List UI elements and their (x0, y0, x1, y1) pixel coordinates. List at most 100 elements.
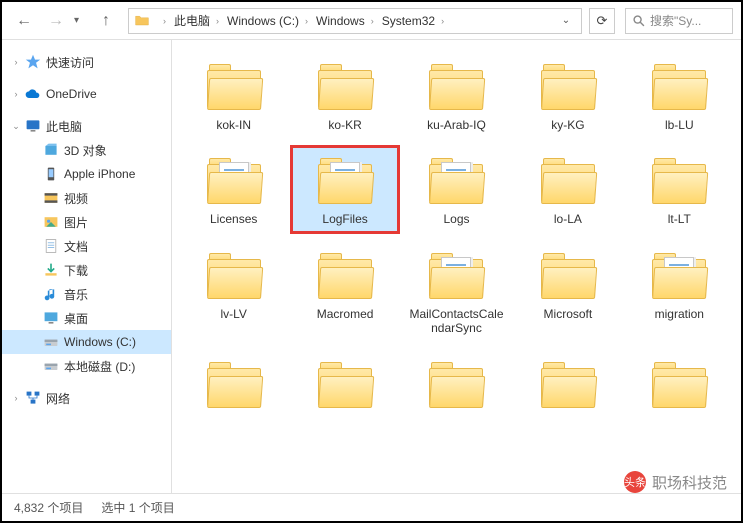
search-icon (632, 14, 646, 28)
tree-child-8[interactable]: Windows (C:) (2, 330, 171, 354)
music-icon (42, 285, 60, 303)
folder-item-18[interactable] (514, 350, 621, 422)
folder-kok-IN[interactable]: kok-IN (180, 52, 287, 138)
pc-icon (24, 117, 42, 135)
folder-label: ku-Arab-IQ (427, 118, 486, 132)
folder-icon (315, 356, 375, 412)
tree-child-2[interactable]: 视频 (2, 186, 171, 210)
folder-label: lt-LT (668, 212, 691, 226)
folder-LogFiles[interactable]: LogFiles (291, 146, 398, 232)
back-button[interactable]: ← (10, 7, 38, 35)
folder-label: MailContactsCalendarSync (408, 307, 504, 336)
folder-Macromed[interactable]: Macromed (291, 241, 398, 342)
folder-icon (426, 356, 486, 412)
status-selected-count: 选中 1 个项目 (101, 499, 174, 516)
folder-Logs[interactable]: Logs (403, 146, 510, 232)
tree-child-0[interactable]: 3D 对象 (2, 138, 171, 162)
desktop-icon (42, 309, 60, 327)
folder-lb-LU[interactable]: lb-LU (626, 52, 733, 138)
network-icon (24, 389, 42, 407)
folder-icon (204, 58, 264, 114)
breadcrumb-dropdown[interactable]: ⌄ (555, 15, 577, 26)
folder-label: migration (655, 307, 704, 321)
folder-Microsoft[interactable]: Microsoft (514, 241, 621, 342)
folder-icon (649, 58, 709, 114)
folder-label: Macromed (317, 307, 374, 321)
tree-child-4[interactable]: 文档 (2, 234, 171, 258)
tree-onedrive[interactable]: › OneDrive (2, 82, 171, 106)
folder-icon (538, 356, 598, 412)
folder-item-15[interactable] (180, 350, 287, 422)
folder-icon (649, 356, 709, 412)
folder-icon (426, 152, 486, 208)
documents-icon (42, 237, 60, 255)
folder-migration[interactable]: migration (626, 241, 733, 342)
crumb-chev-root[interactable]: › (153, 16, 170, 26)
folder-label: lb-LU (665, 118, 694, 132)
folder-icon (538, 58, 598, 114)
folder-icon (204, 152, 264, 208)
folder-icon (204, 247, 264, 303)
file-pane[interactable]: kok-IN ko-KR ku-Arab-IQ ky-KG lb-LU Licenses L… (172, 40, 741, 493)
folder-icon (538, 247, 598, 303)
folder-icon (133, 12, 151, 30)
tree-network[interactable]: › 网络 (2, 386, 171, 410)
tree-this-pc[interactable]: ⌄ 此电脑 (2, 114, 171, 138)
folder-icon (315, 58, 375, 114)
search-input[interactable]: 搜索"Sy... (625, 8, 733, 34)
content-area: › 快速访问 › OneDrive ⌄ 此电脑 3D 对象Apple iPhon… (2, 40, 741, 493)
tree-child-7[interactable]: 桌面 (2, 306, 171, 330)
downloads-icon (42, 261, 60, 279)
folder-label: lo-LA (554, 212, 582, 226)
forward-button[interactable]: → (42, 7, 70, 35)
tree-child-1[interactable]: Apple iPhone (2, 162, 171, 186)
tree-quick-access[interactable]: › 快速访问 (2, 50, 171, 74)
star-icon (24, 53, 42, 71)
folder-label: kok-IN (216, 118, 251, 132)
status-bar: 4,832 个项目 选中 1 个项目 (2, 493, 741, 521)
folder-icon (649, 152, 709, 208)
history-dropdown[interactable]: ▾ (74, 15, 88, 26)
video-icon (42, 189, 60, 207)
folder-MailContactsCalendarSync[interactable]: MailContactsCalendarSync (403, 241, 510, 342)
folder-Licenses[interactable]: Licenses (180, 146, 287, 232)
pictures-icon (42, 213, 60, 231)
drive-icon (42, 333, 60, 351)
folder-icon (204, 356, 264, 412)
folder-lv-LV[interactable]: lv-LV (180, 241, 287, 342)
breadcrumb-bar[interactable]: › 此电脑› Windows (C:)› Windows› System32› … (128, 8, 582, 34)
folder-lo-LA[interactable]: lo-LA (514, 146, 621, 232)
drive-icon (42, 357, 60, 375)
crumb-system32[interactable]: System32› (378, 14, 448, 28)
folder-icon (649, 247, 709, 303)
folder-ky-KG[interactable]: ky-KG (514, 52, 621, 138)
folder-item-19[interactable] (626, 350, 733, 422)
top-bar: ← → ▾ ↑ › 此电脑› Windows (C:)› Windows› Sy… (2, 2, 741, 40)
folder-icon (426, 58, 486, 114)
tree-child-3[interactable]: 图片 (2, 210, 171, 234)
sidebar: › 快速访问 › OneDrive ⌄ 此电脑 3D 对象Apple iPhon… (2, 40, 172, 493)
tree-child-9[interactable]: 本地磁盘 (D:) (2, 354, 171, 378)
folder-icon (315, 152, 375, 208)
crumb-windows[interactable]: Windows› (312, 14, 378, 28)
cloud-icon (24, 85, 42, 103)
tree-child-6[interactable]: 音乐 (2, 282, 171, 306)
folder-label: lv-LV (220, 307, 246, 321)
folder-label: ko-KR (328, 118, 361, 132)
crumb-this-pc[interactable]: 此电脑› (170, 12, 223, 29)
folder-item-16[interactable] (291, 350, 398, 422)
tree-child-5[interactable]: 下载 (2, 258, 171, 282)
folder-lt-LT[interactable]: lt-LT (626, 146, 733, 232)
folder-item-17[interactable] (403, 350, 510, 422)
3d-icon (42, 141, 60, 159)
up-button[interactable]: ↑ (92, 7, 120, 35)
folder-icon (426, 247, 486, 303)
refresh-button[interactable]: ⟳ (589, 8, 615, 34)
crumb-c-drive[interactable]: Windows (C:)› (223, 14, 312, 28)
folder-ku-Arab-IQ[interactable]: ku-Arab-IQ (403, 52, 510, 138)
folder-label: ky-KG (551, 118, 584, 132)
folder-label: Licenses (210, 212, 257, 226)
phone-icon (42, 165, 60, 183)
folder-ko-KR[interactable]: ko-KR (291, 52, 398, 138)
folder-label: LogFiles (322, 212, 367, 226)
